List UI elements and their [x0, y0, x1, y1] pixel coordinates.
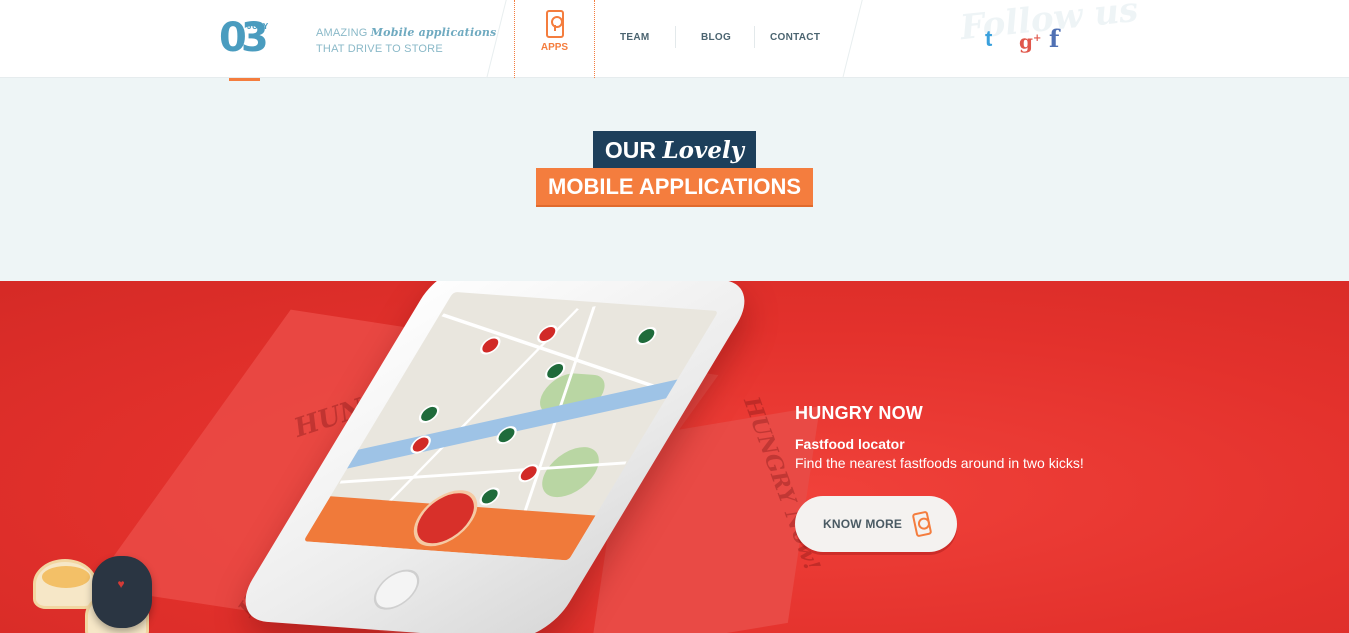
- google-plus-icon[interactable]: g+: [1019, 28, 1041, 53]
- nav-divider: [842, 0, 863, 78]
- map-pin: [476, 335, 505, 356]
- twitter-icon[interactable]: t: [985, 28, 992, 50]
- google-plus-sup: +: [1032, 33, 1042, 44]
- map-pin: [415, 404, 444, 424]
- nav-item-team[interactable]: TEAM: [620, 32, 650, 43]
- know-more-label: KNOW MORE: [823, 517, 903, 531]
- nav-apps-label: APPS: [540, 42, 569, 53]
- map-pin: [533, 324, 562, 344]
- nav-separator: [675, 26, 676, 48]
- logo-month: JULY: [247, 22, 269, 31]
- sauce-fill: [42, 566, 90, 588]
- phone-pin-icon: [546, 10, 564, 38]
- nav-item-apps[interactable]: APPS: [514, 0, 595, 78]
- nav-separator: [754, 26, 755, 48]
- site-header: 03 JULY AMAZING Mobile applications THAT…: [0, 0, 1349, 81]
- know-more-button[interactable]: KNOW MORE: [795, 496, 957, 552]
- logo-underline: [229, 78, 260, 81]
- title-prefix: OUR: [604, 137, 657, 163]
- tagline-line2: THAT DRIVE TO STORE: [316, 43, 443, 55]
- google-plus-letter: g: [1019, 29, 1033, 54]
- phone-pin-icon: [911, 510, 933, 538]
- title-script: Lovely: [662, 137, 745, 164]
- app-showcase: HUNGRY Now! HUNGRY Now! HUNGRY Now!: [0, 281, 1349, 633]
- app-description: Find the nearest fastfoods around in two…: [795, 455, 1084, 471]
- phone-home-button: [365, 568, 428, 611]
- facebook-icon[interactable]: f: [1049, 27, 1059, 51]
- map-pin: [632, 326, 661, 346]
- computer-mouse: ♥: [92, 556, 152, 628]
- map-pin: [475, 486, 504, 507]
- tagline: AMAZING Mobile applications THAT DRIVE T…: [316, 25, 496, 57]
- sauce-cup: [33, 559, 97, 609]
- tagline-prefix: AMAZING: [316, 27, 368, 39]
- app-subtitle: Fastfood locator: [795, 436, 905, 452]
- section-title-top: OUR Lovely: [593, 131, 756, 169]
- tagline-script: Mobile applications: [370, 26, 497, 39]
- nav-item-contact[interactable]: CONTACT: [770, 32, 820, 43]
- logo[interactable]: 03 JULY: [219, 14, 279, 81]
- section-title-bottom: MOBILE APPLICATIONS: [536, 168, 813, 205]
- nav-item-blog[interactable]: BLOG: [701, 32, 731, 43]
- app-name: HUNGRY NOW: [795, 403, 923, 423]
- heart-icon: ♥: [117, 577, 125, 591]
